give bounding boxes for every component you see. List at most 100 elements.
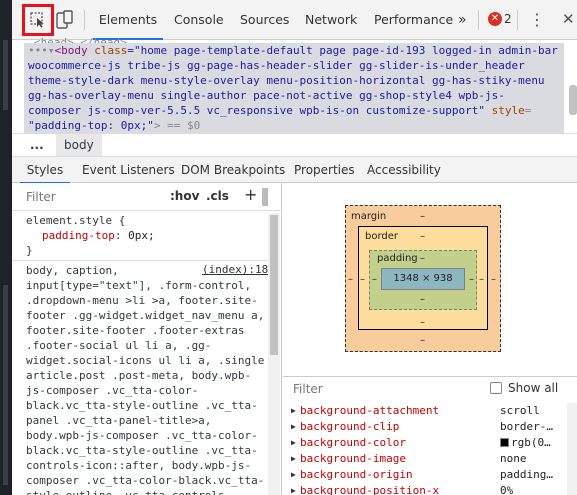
inspect-element-button[interactable] [22, 4, 54, 36]
tab-accessibility[interactable]: Accessibility [367, 157, 441, 183]
rule-source-link[interactable]: (index):183 [202, 263, 275, 276]
toolbar-divider [517, 10, 518, 30]
padding-label: padding [377, 253, 418, 264]
hover-state-toggle[interactable]: :hov [170, 189, 199, 203]
expand-triangle-icon[interactable]: ▶ [291, 435, 296, 451]
expand-triangle-icon[interactable]: ▶ [291, 483, 296, 495]
margin-top-value[interactable]: – [420, 211, 425, 222]
error-icon[interactable]: ✕ [488, 12, 502, 26]
computed-scrollbar[interactable] [567, 403, 577, 495]
new-rule-button[interactable]: + [244, 185, 257, 204]
attr-class-value-4: gg-has-overlay-menu single-author pace-n… [28, 89, 505, 102]
computed-prop-value: scroll [500, 404, 540, 417]
breadcrumb-overflow[interactable]: ... [30, 138, 44, 152]
computed-row[interactable]: ▶ background-attachment scroll [283, 403, 563, 419]
tab-elements[interactable]: Elements [93, 0, 163, 40]
attr-equals: = [524, 104, 532, 117]
tab-performance[interactable]: Performance [374, 0, 453, 40]
padding-bottom-value[interactable]: – [420, 294, 425, 305]
computed-prop-name: background-position-x [300, 484, 440, 495]
expand-triangle-icon[interactable]: ▶ [291, 451, 296, 467]
styles-filter-bar: :hov .cls + [12, 183, 282, 211]
margin-label: margin [351, 211, 387, 222]
padding-left-value[interactable]: – [372, 274, 377, 285]
computed-prop-name: background-color [300, 436, 406, 449]
expand-triangle-icon[interactable]: ▶ [291, 419, 296, 435]
border-bottom-value[interactable]: – [420, 317, 425, 328]
attr-class-value-5: composer js-comp-ver-5.5.5 vc_responsive… [28, 104, 492, 117]
close-devtools-icon[interactable]: ✕ [562, 10, 575, 28]
computed-filter-input[interactable] [293, 380, 443, 398]
tab-dom-breakpoints[interactable]: DOM Breakpoints [181, 157, 285, 183]
sidebar-tabs: Styles Event Listeners DOM Breakpoints P… [12, 157, 577, 184]
computed-prop-value: 0% [500, 484, 514, 495]
toolbar-divider [84, 10, 85, 30]
computed-prop-name: background-origin [300, 468, 413, 481]
breadcrumb-item-body[interactable]: body [56, 134, 102, 156]
tab-network[interactable]: Network [305, 0, 357, 40]
tab-sources[interactable]: Sources [240, 0, 289, 40]
expand-triangle-icon[interactable]: ▶ [291, 467, 296, 483]
box-model-pane: margin – – – – border – – – – padding – … [283, 183, 577, 370]
computed-row[interactable]: ▶ background-image none [283, 451, 563, 467]
attr-class-name: class [94, 44, 128, 57]
toolbar-divider [478, 10, 479, 30]
element-style-selector: element.style { [26, 214, 126, 227]
attr-class-value: ="home page-template-default page page-i… [127, 44, 558, 57]
rule-options-icon[interactable] [261, 187, 269, 207]
tab-console[interactable]: Console [174, 0, 224, 40]
node-ref-marker: > == $0 [153, 119, 201, 132]
tab-event-listeners[interactable]: Event Listeners [82, 157, 175, 183]
margin-bottom-value[interactable]: – [420, 335, 425, 346]
node-actions-dots[interactable]: ••• [28, 44, 48, 57]
computed-row[interactable]: ▶ background-clip border-… [283, 419, 563, 435]
computed-row[interactable]: ▶ background-origin padding… [283, 467, 563, 483]
margin-left-value[interactable]: – [348, 274, 353, 285]
element-style-declaration[interactable]: padding-top: 0px; [26, 228, 266, 243]
attr-class-value-2: woocommerce-js tribe-js gg-page-has-head… [28, 59, 525, 72]
dom-tree: <head>…</head> •••▾<body class="home pag… [12, 36, 577, 133]
error-count[interactable]: 2 [504, 12, 512, 26]
tab-properties[interactable]: Properties [294, 157, 355, 183]
selected-node-code[interactable]: •••▾<body class="home page-template-defa… [28, 43, 564, 133]
color-swatch-icon[interactable] [500, 438, 509, 447]
computed-row[interactable]: ▶ background-color rgb(0… [283, 435, 563, 451]
computed-row[interactable]: ▶ background-position-x 0% [283, 483, 563, 495]
styles-scrollbar-thumb[interactable] [270, 215, 278, 355]
property-name[interactable]: padding-top [42, 229, 115, 242]
padding-top-value[interactable]: – [420, 253, 425, 264]
left-panel-edge [0, 0, 12, 495]
property-value[interactable]: 0px; [128, 229, 155, 242]
margin-right-value[interactable]: – [491, 274, 496, 285]
expand-triangle-icon[interactable]: ▾ [48, 44, 55, 57]
more-options-icon[interactable]: ⋮ [529, 10, 545, 29]
box-model-content[interactable]: 1348 × 938 [381, 268, 465, 290]
element-style-close: } [26, 244, 33, 257]
border-left-value[interactable]: – [360, 274, 365, 285]
attr-class-value-3: theme-style-dark menu-style-overlay menu… [28, 74, 545, 87]
border-label: border [365, 231, 399, 242]
device-icon [56, 10, 73, 29]
more-tabs-button[interactable]: » [458, 12, 467, 28]
border-right-value[interactable]: – [479, 274, 484, 285]
padding-right-value[interactable]: – [469, 274, 474, 285]
tag-open: <body [54, 44, 95, 57]
styles-filter-input[interactable] [26, 187, 156, 207]
show-all-label[interactable]: Show all [508, 381, 558, 395]
class-toggle[interactable]: .cls [206, 189, 229, 203]
dom-scrollbar[interactable] [569, 85, 577, 115]
computed-prop-name: background-clip [300, 420, 400, 433]
element-style-rule: element.style { padding-top: 0px; } [26, 213, 266, 258]
show-all-checkbox[interactable] [490, 382, 502, 394]
rule-selector[interactable]: body, caption, input[type="text"], .form… [26, 263, 266, 495]
computed-prop-value: rgb(0… [511, 436, 551, 449]
breadcrumb: ... body [12, 133, 577, 157]
computed-prop-value: padding… [500, 468, 553, 481]
rule-divider [12, 260, 268, 261]
edge-marker [3, 40, 8, 110]
computed-styles: Show all ▶ background-attachment scroll ▶ b… [283, 376, 577, 495]
expand-triangle-icon[interactable]: ▶ [291, 403, 296, 419]
border-top-value[interactable]: – [420, 231, 425, 242]
tab-styles[interactable]: Styles [20, 157, 70, 184]
device-toolbar-button[interactable] [56, 10, 74, 30]
